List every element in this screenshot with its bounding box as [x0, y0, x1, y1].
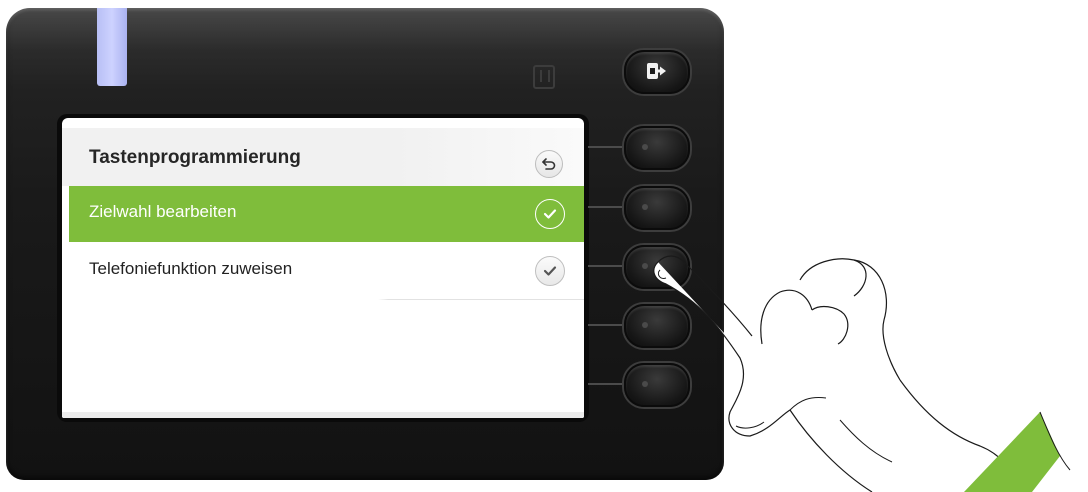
softkey-1[interactable] [624, 126, 690, 170]
softkey-2[interactable] [624, 186, 690, 230]
checkmark-icon [543, 209, 557, 219]
key-dot [642, 204, 648, 210]
confirm-button[interactable] [535, 256, 565, 286]
list-item-telefoniefunktion-zuweisen[interactable]: Telefoniefunktion zuweisen [69, 243, 584, 299]
checkmark-icon [543, 266, 557, 276]
leave-arrow-icon [647, 63, 666, 79]
display: Tastenprogrammierung Zielwahl bearbeiten… [62, 118, 584, 418]
softkey-connector [588, 265, 628, 267]
nfc-icon [533, 65, 555, 89]
message-led [97, 8, 127, 86]
list-item-label: Telefoniefunktion zuweisen [89, 259, 293, 278]
key-dot [642, 144, 648, 150]
list-item-label: Zielwahl bearbeiten [89, 202, 237, 221]
softkey-connector [588, 383, 628, 385]
screen-footer-strip [62, 412, 584, 418]
row-divider [69, 299, 584, 300]
softkey-connector [588, 206, 628, 208]
confirm-button[interactable] [535, 199, 565, 229]
list-item-zielwahl-bearbeiten[interactable]: Zielwahl bearbeiten [69, 186, 584, 242]
page-title: Tastenprogrammierung [89, 147, 301, 168]
leave-key[interactable] [624, 50, 690, 94]
back-button[interactable] [535, 150, 563, 178]
softkey-connector [588, 146, 628, 148]
pointing-hand-illustration [653, 255, 1071, 492]
back-arrow-icon [542, 158, 556, 170]
softkey-connector [588, 324, 628, 326]
screen-header: Tastenprogrammierung [62, 128, 584, 186]
